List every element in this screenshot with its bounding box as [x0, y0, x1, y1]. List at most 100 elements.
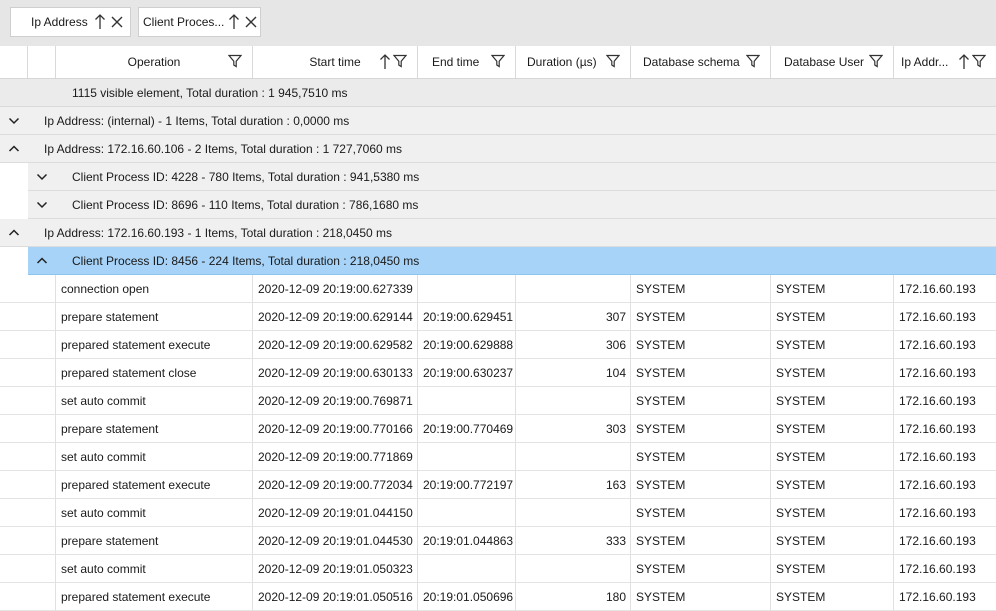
close-icon[interactable] — [244, 15, 258, 29]
cell-operation[interactable]: prepared statement execute — [56, 471, 253, 499]
group-row[interactable]: Ip Address: (internal) - 1 Items, Total … — [0, 107, 996, 135]
sort-ascending-icon[interactable] — [228, 14, 240, 30]
cell-start-time[interactable]: 2020-12-09 20:19:01.050516 — [253, 583, 418, 611]
cell-duration[interactable]: 180 — [516, 583, 631, 611]
cell-operation[interactable]: set auto commit — [56, 443, 253, 471]
table-row[interactable]: set auto commit 2020-12-09 20:19:01.05032… — [0, 555, 996, 583]
cell-database-user[interactable]: SYSTEM — [771, 499, 894, 527]
filter-icon[interactable] — [392, 54, 408, 71]
cell-end-time[interactable] — [418, 499, 516, 527]
cell-duration[interactable] — [516, 443, 631, 471]
cell-duration[interactable]: 163 — [516, 471, 631, 499]
cell-operation[interactable]: prepared statement close — [56, 359, 253, 387]
sort-ascending-icon[interactable] — [94, 14, 106, 30]
cell-database-user[interactable]: SYSTEM — [771, 527, 894, 555]
filter-icon[interactable] — [490, 54, 506, 71]
cell-database-user[interactable]: SYSTEM — [771, 415, 894, 443]
cell-database-user[interactable]: SYSTEM — [771, 471, 894, 499]
cell-database-schema[interactable]: SYSTEM — [631, 331, 771, 359]
cell-end-time[interactable]: 20:19:01.044863 — [418, 527, 516, 555]
cell-end-time[interactable]: 20:19:01.050696 — [418, 583, 516, 611]
filter-icon[interactable] — [868, 54, 884, 71]
cell-ip-address[interactable]: 172.16.60.193 — [894, 583, 996, 611]
cell-database-schema[interactable]: SYSTEM — [631, 443, 771, 471]
cell-start-time[interactable]: 2020-12-09 20:19:00.769871 — [253, 387, 418, 415]
cell-duration[interactable] — [516, 499, 631, 527]
cell-ip-address[interactable]: 172.16.60.193 — [894, 555, 996, 583]
cell-end-time[interactable]: 20:19:00.630237 — [418, 359, 516, 387]
cell-end-time[interactable] — [418, 275, 516, 303]
cell-start-time[interactable]: 2020-12-09 20:19:00.770166 — [253, 415, 418, 443]
cell-operation[interactable]: prepare statement — [56, 303, 253, 331]
cell-operation[interactable]: prepare statement — [56, 415, 253, 443]
table-row[interactable]: set auto commit 2020-12-09 20:19:00.76987… — [0, 387, 996, 415]
cell-database-user[interactable]: SYSTEM — [771, 583, 894, 611]
cell-database-schema[interactable]: SYSTEM — [631, 303, 771, 331]
group-row[interactable]: Client Process ID: 4228 - 780 Items, Tot… — [28, 163, 996, 191]
chevron-up-icon[interactable] — [8, 143, 20, 158]
table-row[interactable]: prepare statement 2020-12-09 20:19:01.044… — [0, 527, 996, 555]
filter-icon[interactable] — [745, 54, 761, 71]
cell-end-time[interactable]: 20:19:00.629888 — [418, 331, 516, 359]
chevron-up-icon[interactable] — [36, 255, 48, 270]
table-row[interactable]: connection open 2020-12-09 20:19:00.62733… — [0, 275, 996, 303]
cell-start-time[interactable]: 2020-12-09 20:19:01.044150 — [253, 499, 418, 527]
cell-duration[interactable] — [516, 555, 631, 583]
cell-ip-address[interactable]: 172.16.60.193 — [894, 443, 996, 471]
cell-operation[interactable]: set auto commit — [56, 387, 253, 415]
cell-operation[interactable]: prepared statement execute — [56, 331, 253, 359]
cell-end-time[interactable]: 20:19:00.770469 — [418, 415, 516, 443]
filter-icon[interactable] — [605, 54, 621, 71]
cell-database-schema[interactable]: SYSTEM — [631, 387, 771, 415]
cell-operation[interactable]: connection open — [56, 275, 253, 303]
cell-duration[interactable]: 303 — [516, 415, 631, 443]
chevron-down-icon[interactable] — [8, 115, 20, 130]
cell-duration[interactable] — [516, 387, 631, 415]
column-header-operation[interactable]: Operation — [56, 46, 253, 78]
cell-operation[interactable]: prepare statement — [56, 527, 253, 555]
cell-ip-address[interactable]: 172.16.60.193 — [894, 359, 996, 387]
cell-database-schema[interactable]: SYSTEM — [631, 555, 771, 583]
cell-end-time[interactable]: 20:19:00.629451 — [418, 303, 516, 331]
column-header-end-time[interactable]: End time — [418, 46, 516, 78]
cell-ip-address[interactable]: 172.16.60.193 — [894, 471, 996, 499]
cell-database-schema[interactable]: SYSTEM — [631, 583, 771, 611]
cell-start-time[interactable]: 2020-12-09 20:19:00.627339 — [253, 275, 418, 303]
cell-database-user[interactable]: SYSTEM — [771, 303, 894, 331]
cell-end-time[interactable] — [418, 443, 516, 471]
column-header-ip-address[interactable]: Ip Addr... — [894, 46, 996, 78]
cell-ip-address[interactable]: 172.16.60.193 — [894, 415, 996, 443]
cell-duration[interactable]: 104 — [516, 359, 631, 387]
table-row[interactable]: prepared statement execute 2020-12-09 20:… — [0, 331, 996, 359]
table-row[interactable]: prepared statement close 2020-12-09 20:19… — [0, 359, 996, 387]
group-chip-client-process[interactable]: Client Proces... — [138, 7, 261, 37]
cell-start-time[interactable]: 2020-12-09 20:19:00.629144 — [253, 303, 418, 331]
cell-duration[interactable]: 306 — [516, 331, 631, 359]
column-header-start-time[interactable]: Start time — [253, 46, 418, 78]
cell-operation[interactable]: set auto commit — [56, 555, 253, 583]
group-row-selected[interactable]: Client Process ID: 8456 - 224 Items, Tot… — [28, 247, 996, 275]
cell-database-schema[interactable]: SYSTEM — [631, 471, 771, 499]
group-chip-ip-address[interactable]: Ip Address — [10, 7, 131, 37]
table-row[interactable]: prepared statement execute 2020-12-09 20:… — [0, 583, 996, 611]
cell-database-user[interactable]: SYSTEM — [771, 443, 894, 471]
column-header-database-user[interactable]: Database User — [771, 46, 894, 78]
filter-icon[interactable] — [971, 54, 987, 71]
cell-operation[interactable]: prepared statement execute — [56, 583, 253, 611]
cell-ip-address[interactable]: 172.16.60.193 — [894, 275, 996, 303]
cell-database-schema[interactable]: SYSTEM — [631, 359, 771, 387]
sort-ascending-icon[interactable] — [379, 54, 391, 73]
group-row[interactable]: Client Process ID: 8696 - 110 Items, Tot… — [28, 191, 996, 219]
column-header-database-schema[interactable]: Database schema — [631, 46, 771, 78]
cell-start-time[interactable]: 2020-12-09 20:19:00.629582 — [253, 331, 418, 359]
cell-ip-address[interactable]: 172.16.60.193 — [894, 331, 996, 359]
table-row[interactable]: set auto commit 2020-12-09 20:19:01.04415… — [0, 499, 996, 527]
cell-start-time[interactable]: 2020-12-09 20:19:01.044530 — [253, 527, 418, 555]
group-row[interactable]: Ip Address: 172.16.60.106 - 2 Items, Tot… — [0, 135, 996, 163]
cell-start-time[interactable]: 2020-12-09 20:19:00.772034 — [253, 471, 418, 499]
cell-ip-address[interactable]: 172.16.60.193 — [894, 303, 996, 331]
cell-end-time[interactable] — [418, 387, 516, 415]
table-row[interactable]: set auto commit 2020-12-09 20:19:00.77186… — [0, 443, 996, 471]
cell-ip-address[interactable]: 172.16.60.193 — [894, 499, 996, 527]
chevron-down-icon[interactable] — [36, 199, 48, 214]
